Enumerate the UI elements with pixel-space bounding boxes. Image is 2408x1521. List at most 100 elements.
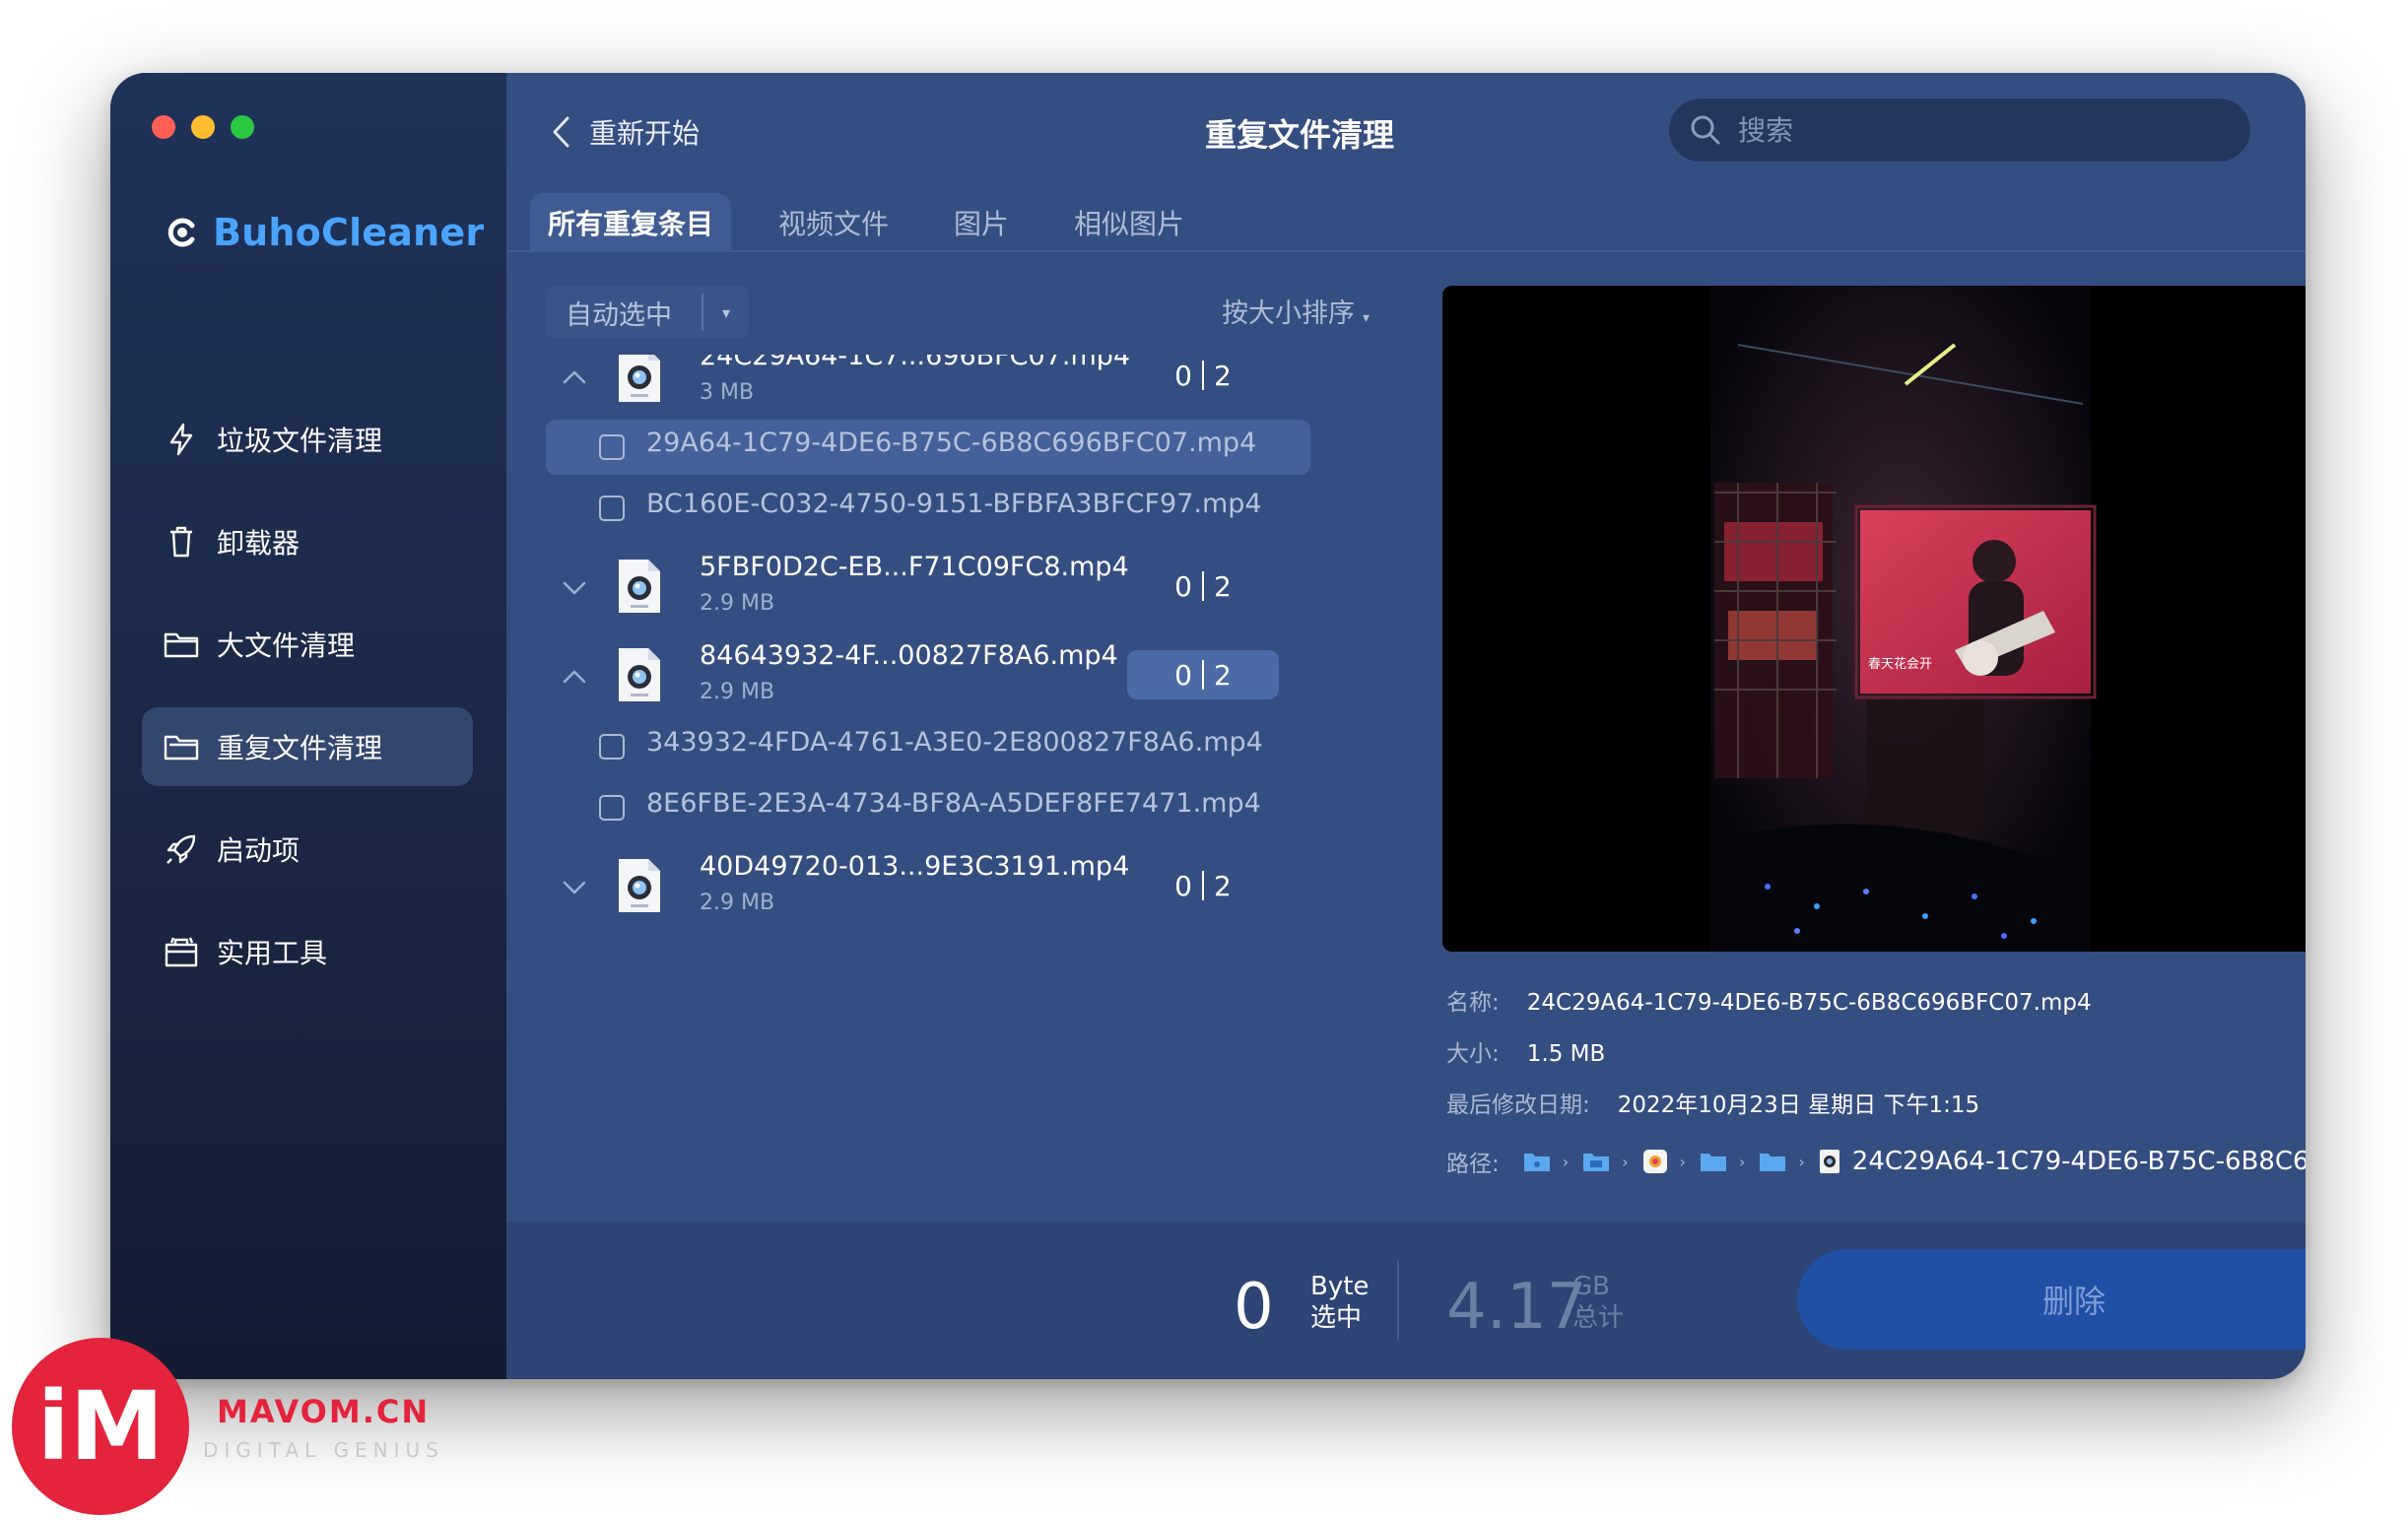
tab-bar: 所有重复条目 视频文件 图片 相似图片 [530, 191, 1232, 252]
path-folder-icon[interactable] [1700, 1151, 1727, 1172]
video-file-icon [619, 859, 660, 912]
delete-button[interactable]: 删除 [1797, 1249, 2306, 1350]
chevron-down-icon[interactable] [560, 873, 589, 902]
dropdown-arrow-icon: ▾ [1363, 310, 1371, 326]
file-size: 2.9 MB [700, 680, 775, 704]
chevron-up-icon[interactable] [560, 363, 589, 392]
tab-divider [506, 250, 2306, 252]
selected-size-unit: Byte 选中 [1310, 1272, 1370, 1333]
tab-images[interactable]: 图片 [936, 193, 1027, 252]
footer-divider [1397, 1261, 1399, 1340]
file-name: 8E6FBE-2E3A-4734-BF8A-A5DEF8FE7471.mp4 [646, 788, 1261, 819]
path-folder-icon[interactable] [1582, 1151, 1610, 1172]
file-name: 84643932-4F...00827F8A6.mp4 [700, 640, 1118, 671]
total-size-value: 4.17 [1446, 1271, 1587, 1344]
search-input[interactable] [1736, 112, 2213, 148]
file-checkbox[interactable] [599, 795, 625, 821]
selection-count[interactable]: 02 [1127, 861, 1279, 910]
sidebar-item-toolkit[interactable]: 实用工具 [142, 912, 473, 991]
tab-all-duplicates[interactable]: 所有重复条目 [530, 193, 732, 252]
watermark-subtitle: DIGITAL GENIUS [203, 1438, 444, 1462]
preview-video[interactable]: 春天花会开 [1442, 286, 2306, 952]
rocket-icon [164, 831, 199, 867]
video-file-icon [619, 560, 660, 613]
selection-count[interactable]: 02 [1127, 650, 1279, 699]
duplicate-group-row[interactable]: 84643932-4F...00827F8A6.mp4 2.9 MB 0 2 [546, 638, 1310, 727]
sidebar-item-large-files[interactable]: 大文件清理 [142, 605, 473, 684]
sidebar-item-label: 卸载器 [217, 527, 301, 560]
tab-similar-images[interactable]: 相似图片 [1056, 193, 1202, 252]
preview-caption: 春天花会开 [1868, 656, 1932, 672]
file-name: 24C29A64-1C7...696BFC07.mp4 [700, 355, 1131, 371]
dropdown-arrow-icon[interactable]: ▾ [703, 303, 749, 322]
search-icon [1691, 115, 1720, 145]
sidebar-item-label: 重复文件清理 [217, 732, 383, 764]
duplicate-group-row[interactable]: 24C29A64-1C7...696BFC07.mp4 3 MB 0 2 [546, 355, 1310, 428]
sidebar-item-duplicates[interactable]: 重复文件清理 [142, 707, 473, 786]
photos-library-icon[interactable] [1642, 1149, 1668, 1174]
back-button[interactable]: 重新开始 [552, 112, 700, 152]
zoom-window-button[interactable] [231, 115, 254, 139]
close-window-button[interactable] [152, 115, 175, 139]
file-name: 29A64-1C79-4DE6-B75C-6B8C696BFC07.mp4 [646, 428, 1257, 458]
info-modified-value: 2022年10月23日 星期日 下午1:15 [1617, 1092, 1980, 1118]
file-checkbox[interactable] [599, 434, 625, 460]
file-name: 5FBF0D2C-EB...F71C09FC8.mp4 [700, 552, 1129, 582]
auto-select-label: 自动选中 [566, 299, 672, 331]
file-checkbox[interactable] [599, 734, 625, 760]
file-size: 2.9 MB [700, 591, 775, 616]
file-size: 2.9 MB [700, 891, 775, 914]
duplicate-file-row[interactable]: BC160E-C032-4750-9151-BFBFA3BFCF97.mp4 [546, 481, 1310, 536]
concert-preview-image: 春天花会开 [1442, 286, 2306, 952]
sidebar: BuhoCleaner 垃圾文件清理 卸载器 大文件清理 重复文件清理 启动项 … [110, 73, 506, 1379]
brand-name: BuhoCleaner [213, 211, 485, 254]
toolbox-icon [164, 934, 199, 969]
info-size: 大小: 1.5 MB [1446, 1041, 1606, 1067]
path-folder-icon[interactable] [1523, 1151, 1551, 1172]
lightning-icon [164, 422, 199, 457]
file-size: 3 MB [700, 380, 755, 405]
sidebar-item-junk[interactable]: 垃圾文件清理 [142, 400, 473, 479]
duplicate-group-row[interactable]: 5FBF0D2C-EB...F71C09FC8.mp4 2.9 MB 0 2 [546, 550, 1310, 638]
sidebar-item-label: 大文件清理 [217, 629, 356, 662]
auto-select-button[interactable]: 自动选中 ▾ [546, 286, 749, 339]
search-box[interactable] [1669, 99, 2250, 162]
file-name: 40D49720-013...9E3C3191.mp4 [700, 851, 1130, 882]
folder-icon [164, 627, 199, 662]
info-name-value: 24C29A64-1C79-4DE6-B75C-6B8C696BFC07.mp4 [1526, 990, 2092, 1016]
main-panel: 重新开始 重复文件清理 所有重复条目 视频文件 图片 相似图片 自动选中 ▾ 按… [506, 73, 2306, 1379]
video-file-icon [1819, 1149, 1840, 1174]
sidebar-item-uninstaller[interactable]: 卸载器 [142, 502, 473, 581]
footer-bar: 0 Byte 选中 4.17 GB 总计 删除 [506, 1222, 2306, 1379]
path-folder-icon[interactable] [1759, 1151, 1786, 1172]
video-file-icon [619, 355, 660, 402]
tab-videos[interactable]: 视频文件 [761, 193, 906, 252]
file-name: BC160E-C032-4750-9151-BFBFA3BFCF97.mp4 [646, 489, 1262, 519]
path-file-name: 24C29A64-1C79-4DE6-B75C-6B8C6 [1851, 1147, 2306, 1176]
file-name: 343932-4FDA-4761-A3E0-2E800827F8A6.mp4 [646, 727, 1263, 758]
sidebar-item-startup[interactable]: 启动项 [142, 810, 473, 889]
info-size-value: 1.5 MB [1526, 1041, 1606, 1067]
selection-count[interactable]: 02 [1127, 562, 1279, 611]
duplicate-group-row[interactable]: 40D49720-013...9E3C3191.mp4 2.9 MB 0 2 [546, 849, 1310, 914]
sort-dropdown[interactable]: 按大小排序 ▾ [1222, 292, 1370, 330]
duplicate-file-row[interactable]: 343932-4FDA-4761-A3E0-2E800827F8A6.mp4 [546, 719, 1310, 774]
brand: BuhoCleaner [166, 211, 484, 254]
info-path: 路径: › › › › › 24C29A64-1C79-4DE6-B75C-6B… [1446, 1145, 2306, 1178]
back-label: 重新开始 [589, 117, 701, 150]
selection-count[interactable]: 02 [1127, 355, 1279, 400]
watermark-title: MAVOM.CN [217, 1393, 431, 1430]
chevron-up-icon[interactable] [560, 662, 589, 692]
duplicate-file-row[interactable]: 8E6FBE-2E3A-4734-BF8A-A5DEF8FE7471.mp4 [546, 780, 1310, 835]
video-file-icon [619, 648, 660, 701]
duplicate-file-row[interactable]: 29A64-1C79-4DE6-B75C-6B8C696BFC07.mp4 [546, 420, 1310, 475]
total-size-unit: GB 总计 [1572, 1272, 1625, 1333]
duplicate-file-list: 24C29A64-1C7...696BFC07.mp4 3 MB 0 2 29A64-1… [546, 355, 1314, 914]
file-checkbox[interactable] [599, 496, 625, 521]
trash-icon [164, 524, 199, 560]
sidebar-item-label: 启动项 [217, 834, 301, 867]
minimize-window-button[interactable] [191, 115, 215, 139]
duplicate-folder-icon [164, 729, 199, 764]
info-modified: 最后修改日期: 2022年10月23日 星期日 下午1:15 [1446, 1092, 1980, 1118]
chevron-down-icon[interactable] [560, 573, 589, 603]
